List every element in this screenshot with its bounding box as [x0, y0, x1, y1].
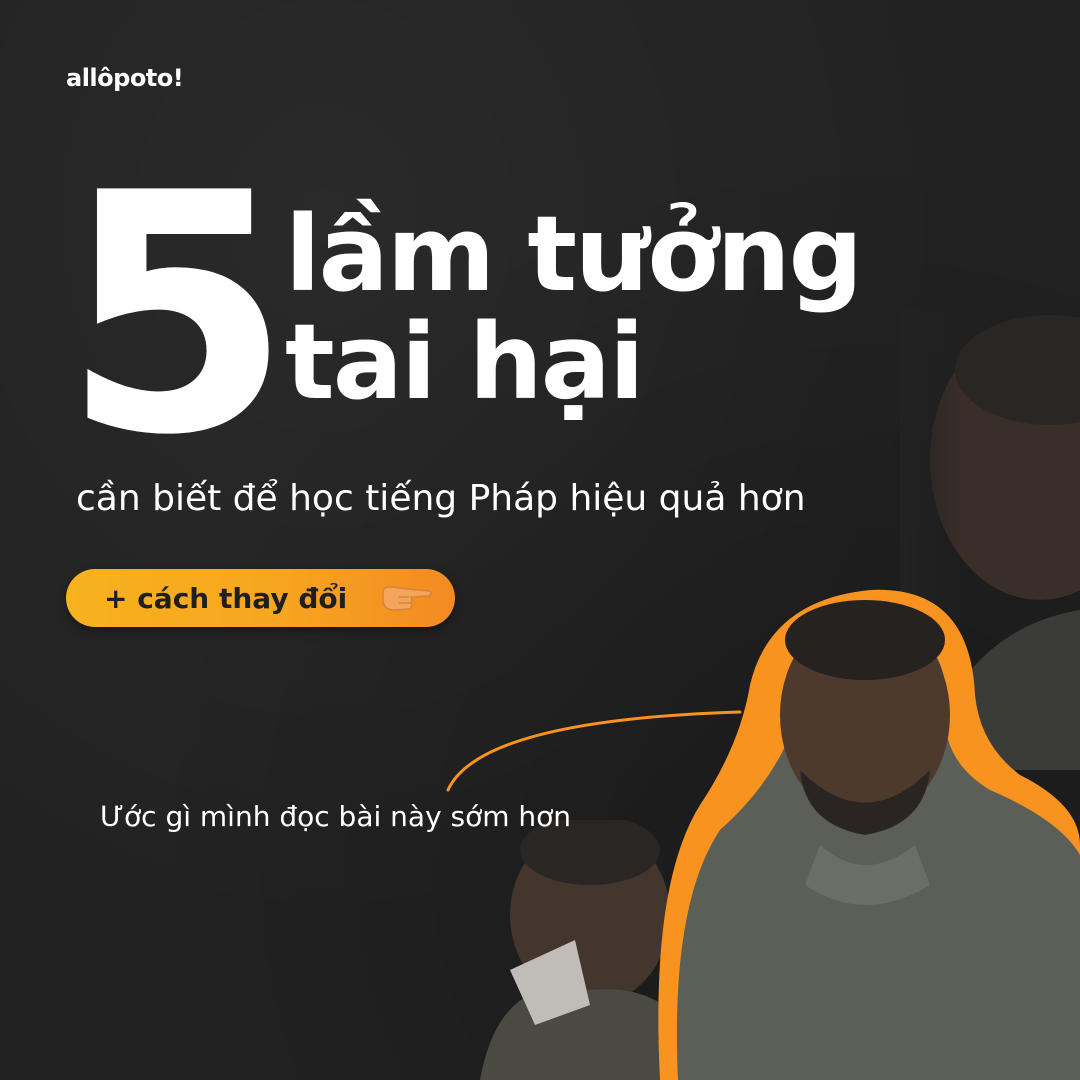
headline-line-2: tai hại [285, 301, 645, 424]
cta-pill-button[interactable]: + cách thay đổi [66, 569, 455, 627]
headline-title: lầm tưởng tai hại [285, 200, 925, 416]
headline-line-1: lầm tưởng [285, 193, 863, 315]
main-portrait-cutout [658, 589, 1080, 1080]
speech-caption: Ước gì mình đọc bài này sớm hơn [100, 800, 572, 833]
cta-label: + cách thay đổi [104, 581, 348, 615]
subtitle: cần biết để học tiếng Pháp hiệu quả hơn [76, 478, 806, 519]
brand-logo: allôpoto! [66, 64, 184, 92]
pointing-hand-icon [382, 586, 432, 611]
headline-number: 5 [62, 123, 292, 507]
caption-pointer-curve [446, 710, 742, 792]
